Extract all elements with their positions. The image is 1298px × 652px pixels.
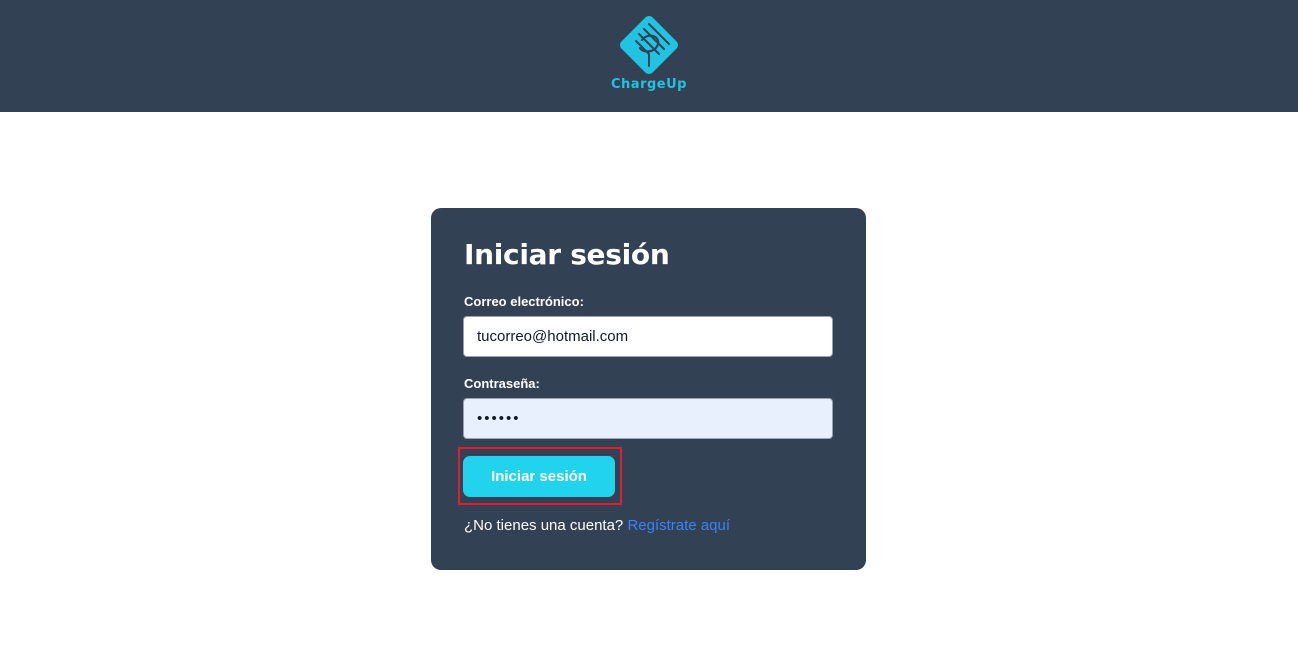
password-label: Contraseña: — [464, 376, 540, 391]
signup-prompt: ¿No tienes una cuenta? — [464, 517, 624, 534]
chargeup-logo-icon — [619, 15, 679, 75]
top-header: ChargeUp — [0, 0, 1298, 112]
email-label: Correo electrónico: — [464, 294, 584, 309]
signup-prompt-line: ¿No tienes una cuenta? Regístrate aquí — [464, 517, 730, 534]
email-field[interactable] — [463, 316, 833, 357]
login-card: Iniciar sesión Correo electrónico: Contr… — [431, 208, 866, 570]
signup-link[interactable]: Regístrate aquí — [627, 517, 730, 534]
login-button[interactable]: Iniciar sesión — [463, 456, 615, 497]
brand-logo[interactable]: ChargeUp — [604, 10, 694, 100]
page-title: Iniciar sesión — [464, 238, 670, 271]
brand-name: ChargeUp — [611, 77, 687, 92]
password-field[interactable] — [463, 398, 833, 439]
